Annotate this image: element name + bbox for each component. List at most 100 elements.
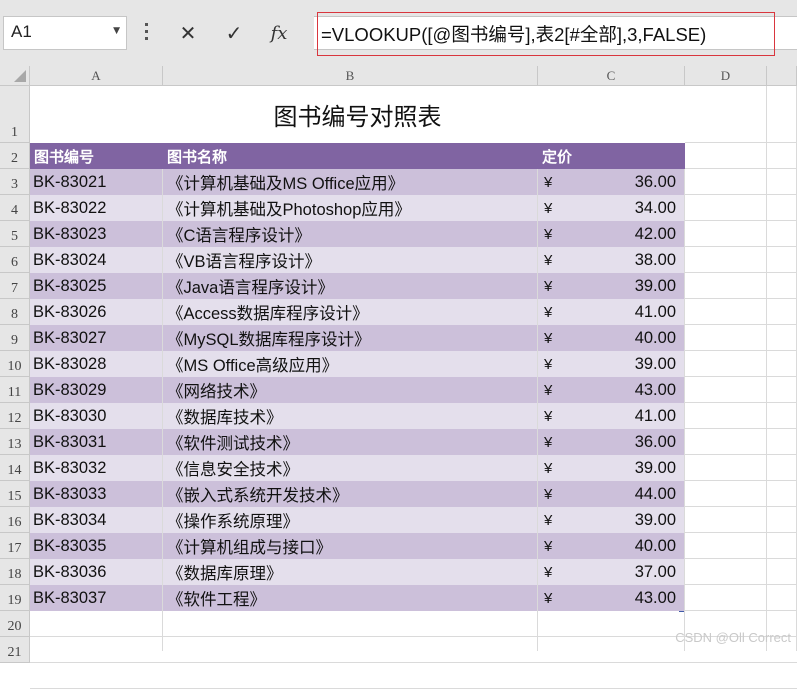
column-header-c[interactable]: C: [538, 66, 685, 86]
cell-book-name[interactable]: 《MS Office高级应用》: [163, 351, 537, 377]
cell-book-id[interactable]: BK-83033: [30, 481, 162, 507]
cell-book-name[interactable]: 《嵌入式系统开发技术》: [163, 481, 537, 507]
row-header-4[interactable]: 4: [0, 195, 30, 221]
name-box[interactable]: A1 ▼: [3, 16, 127, 50]
row-header-13[interactable]: 13: [0, 429, 30, 455]
cell-price[interactable]: 39.00: [578, 455, 684, 481]
column-header-e[interactable]: [767, 66, 797, 86]
row-header-7[interactable]: 7: [0, 273, 30, 299]
row-header-6[interactable]: 6: [0, 247, 30, 273]
row-header-15[interactable]: 15: [0, 481, 30, 507]
row-header-10[interactable]: 10: [0, 351, 30, 377]
cell-book-name[interactable]: 《网络技术》: [163, 377, 537, 403]
cell-currency-symbol[interactable]: ¥: [538, 455, 578, 481]
cell-book-name[interactable]: 《操作系统原理》: [163, 507, 537, 533]
cell-book-id[interactable]: BK-83034: [30, 507, 162, 533]
column-header-b[interactable]: B: [163, 66, 538, 86]
cell-price[interactable]: 36.00: [578, 429, 684, 455]
row-header-1[interactable]: 1: [0, 86, 30, 143]
cell-book-name[interactable]: 《软件工程》: [163, 585, 537, 611]
row-header-3[interactable]: 3: [0, 169, 30, 195]
cell-currency-symbol[interactable]: ¥: [538, 325, 578, 351]
cell-book-id[interactable]: BK-83023: [30, 221, 162, 247]
cell-currency-symbol[interactable]: ¥: [538, 221, 578, 247]
cell-book-id[interactable]: BK-83036: [30, 559, 162, 585]
cell-book-name[interactable]: 《C语言程序设计》: [163, 221, 537, 247]
cell-book-name[interactable]: 《VB语言程序设计》: [163, 247, 537, 273]
cell-price[interactable]: 41.00: [578, 299, 684, 325]
column-header-d[interactable]: D: [685, 66, 767, 86]
cell-book-id[interactable]: BK-83024: [30, 247, 162, 273]
cell-price[interactable]: 40.00: [578, 325, 684, 351]
row-header-2[interactable]: 2: [0, 143, 30, 169]
cell-book-id[interactable]: BK-83021: [30, 169, 162, 195]
cell-price[interactable]: 39.00: [578, 351, 684, 377]
cell-book-name[interactable]: 《Access数据库程序设计》: [163, 299, 537, 325]
row-header-12[interactable]: 12: [0, 403, 30, 429]
row-header-21[interactable]: 21: [0, 637, 30, 663]
cell-book-id[interactable]: BK-83031: [30, 429, 162, 455]
cell-book-name[interactable]: 《计算机基础及Photoshop应用》: [163, 195, 537, 221]
cell-currency-symbol[interactable]: ¥: [538, 429, 578, 455]
cancel-icon[interactable]: ✕: [170, 16, 206, 50]
cell-book-name[interactable]: 《Java语言程序设计》: [163, 273, 537, 299]
cell-book-id[interactable]: BK-83028: [30, 351, 162, 377]
cell-book-id[interactable]: BK-83030: [30, 403, 162, 429]
row-header-17[interactable]: 17: [0, 533, 30, 559]
cell-price[interactable]: 44.00: [578, 481, 684, 507]
cell-price[interactable]: 38.00: [578, 247, 684, 273]
row-header-19[interactable]: 19: [0, 585, 30, 611]
cell-book-name[interactable]: 《信息安全技术》: [163, 455, 537, 481]
row-header-9[interactable]: 9: [0, 325, 30, 351]
select-all-button[interactable]: [0, 66, 30, 86]
cell-price[interactable]: 39.00: [578, 507, 684, 533]
cell-price[interactable]: 43.00: [578, 377, 684, 403]
cell-price[interactable]: 41.00: [578, 403, 684, 429]
cell-book-name[interactable]: 《MySQL数据库程序设计》: [163, 325, 537, 351]
cell-book-name[interactable]: 《软件测试技术》: [163, 429, 537, 455]
cell-book-name[interactable]: 《计算机基础及MS Office应用》: [163, 169, 537, 195]
row-header-8[interactable]: 8: [0, 299, 30, 325]
cell-price[interactable]: 42.00: [578, 221, 684, 247]
column-header-a[interactable]: A: [30, 66, 163, 86]
cell-book-name[interactable]: 《数据库技术》: [163, 403, 537, 429]
cell-currency-symbol[interactable]: ¥: [538, 533, 578, 559]
cell-currency-symbol[interactable]: ¥: [538, 195, 578, 221]
header-price[interactable]: 定价: [538, 143, 685, 169]
cell-currency-symbol[interactable]: ¥: [538, 273, 578, 299]
row-header-5[interactable]: 5: [0, 221, 30, 247]
row-header-11[interactable]: 11: [0, 377, 30, 403]
cell-currency-symbol[interactable]: ¥: [538, 351, 578, 377]
row-header-18[interactable]: 18: [0, 559, 30, 585]
cell-book-id[interactable]: BK-83022: [30, 195, 162, 221]
cell-price[interactable]: 40.00: [578, 533, 684, 559]
chevron-down-icon[interactable]: ▼: [113, 26, 120, 36]
cell-currency-symbol[interactable]: ¥: [538, 403, 578, 429]
cell-currency-symbol[interactable]: ¥: [538, 559, 578, 585]
cell-currency-symbol[interactable]: ¥: [538, 247, 578, 273]
cell-book-id[interactable]: BK-83026: [30, 299, 162, 325]
cell-currency-symbol[interactable]: ¥: [538, 377, 578, 403]
cell-currency-symbol[interactable]: ¥: [538, 481, 578, 507]
cell-book-id[interactable]: BK-83029: [30, 377, 162, 403]
cell-book-id[interactable]: BK-83037: [30, 585, 162, 611]
cell-book-id[interactable]: BK-83025: [30, 273, 162, 299]
cell-price[interactable]: 36.00: [578, 169, 684, 195]
more-options-icon[interactable]: [141, 19, 151, 47]
formula-input[interactable]: =VLOOKUP([@图书编号],表2[#全部],3,FALSE): [314, 16, 797, 50]
cell-book-id[interactable]: BK-83032: [30, 455, 162, 481]
cell-book-name[interactable]: 《数据库原理》: [163, 559, 537, 585]
cell-price[interactable]: 43.00: [578, 585, 684, 611]
insert-function-icon[interactable]: fx: [261, 16, 297, 50]
row-header-20[interactable]: 20: [0, 611, 30, 637]
cell-currency-symbol[interactable]: ¥: [538, 299, 578, 325]
cell-book-id[interactable]: BK-83027: [30, 325, 162, 351]
cell-price[interactable]: 34.00: [578, 195, 684, 221]
sheet-title[interactable]: 图书编号对照表: [30, 86, 685, 143]
enter-icon[interactable]: ✓: [216, 16, 252, 50]
cell-book-id[interactable]: BK-83035: [30, 533, 162, 559]
cell-currency-symbol[interactable]: ¥: [538, 169, 578, 195]
header-book-name[interactable]: 图书名称: [163, 143, 538, 169]
cell-price[interactable]: 37.00: [578, 559, 684, 585]
row-header-14[interactable]: 14: [0, 455, 30, 481]
